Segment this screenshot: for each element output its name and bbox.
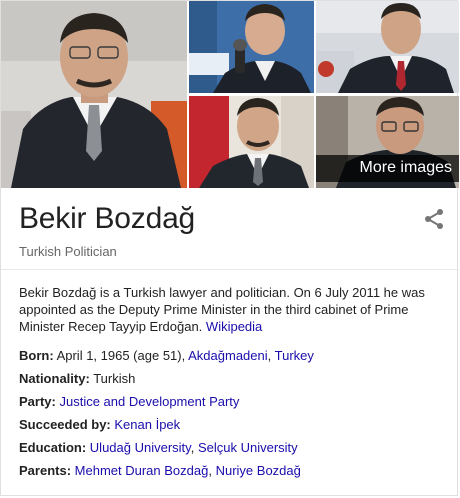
fact-education: Education: Uludağ University, Selçuk Uni… <box>19 439 444 462</box>
fact-label: Succeeded by: <box>19 417 111 432</box>
fact-label: Born: <box>19 348 54 363</box>
share-icon <box>425 209 443 229</box>
section-divider <box>1 269 459 270</box>
fact-born: Born: April 1, 1965 (age 51), Akdağmaden… <box>19 347 444 370</box>
fact-label: Nationality: <box>19 371 90 386</box>
fact-succeeded-by: Succeeded by: Kenan İpek <box>19 416 444 439</box>
entity-title: Bekir Bozdağ <box>19 202 196 235</box>
fact-nationality: Nationality: Turkish <box>19 370 444 393</box>
entity-header: Bekir Bozdağ Turkish Politician <box>19 201 444 259</box>
thumbnail-image-3[interactable] <box>189 96 314 188</box>
knowledge-panel: More images Bekir Bozdağ Turkish Politic… <box>0 0 459 496</box>
entity-subtitle: Turkish Politician <box>19 244 117 259</box>
fact-label: Education: <box>19 440 87 455</box>
education-link-1[interactable]: Uludağ University <box>90 440 191 455</box>
fact-separator: , <box>208 463 212 478</box>
fact-label: Party: <box>19 394 56 409</box>
fact-value: Turkish <box>93 371 136 386</box>
share-button[interactable] <box>422 207 446 231</box>
education-link-2[interactable]: Selçuk University <box>198 440 298 455</box>
fact-parents: Parents: Mehmet Duran Bozdağ, Nuriye Boz… <box>19 462 444 485</box>
successor-link[interactable]: Kenan İpek <box>114 417 180 432</box>
fact-label: Parents: <box>19 463 72 478</box>
birthplace-link[interactable]: Akdağmadeni <box>188 348 268 363</box>
facts-list: Born: April 1, 1965 (age 51), Akdağmaden… <box>19 347 444 485</box>
fact-separator: , <box>267 348 272 363</box>
more-images-label: More images <box>316 155 459 182</box>
party-link[interactable]: Justice and Development Party <box>59 394 239 409</box>
thumbnail-image-1[interactable] <box>189 1 314 93</box>
thumbnail-image-2[interactable] <box>316 1 459 93</box>
fact-party: Party: Justice and Development Party <box>19 393 444 416</box>
main-portrait-image[interactable] <box>1 1 187 188</box>
image-gallery: More images <box>1 1 459 188</box>
entity-description: Bekir Bozdağ is a Turkish lawyer and pol… <box>19 284 444 335</box>
country-link[interactable]: Turkey <box>275 348 314 363</box>
parent-link-1[interactable]: Mehmet Duran Bozdağ <box>75 463 209 478</box>
wikipedia-link[interactable]: Wikipedia <box>206 319 262 334</box>
more-images-button[interactable]: More images <box>316 96 459 188</box>
fact-separator: , <box>190 440 195 455</box>
fact-value: April 1, 1965 (age 51), <box>56 348 186 363</box>
parent-link-2[interactable]: Nuriye Bozdağ <box>216 463 301 478</box>
